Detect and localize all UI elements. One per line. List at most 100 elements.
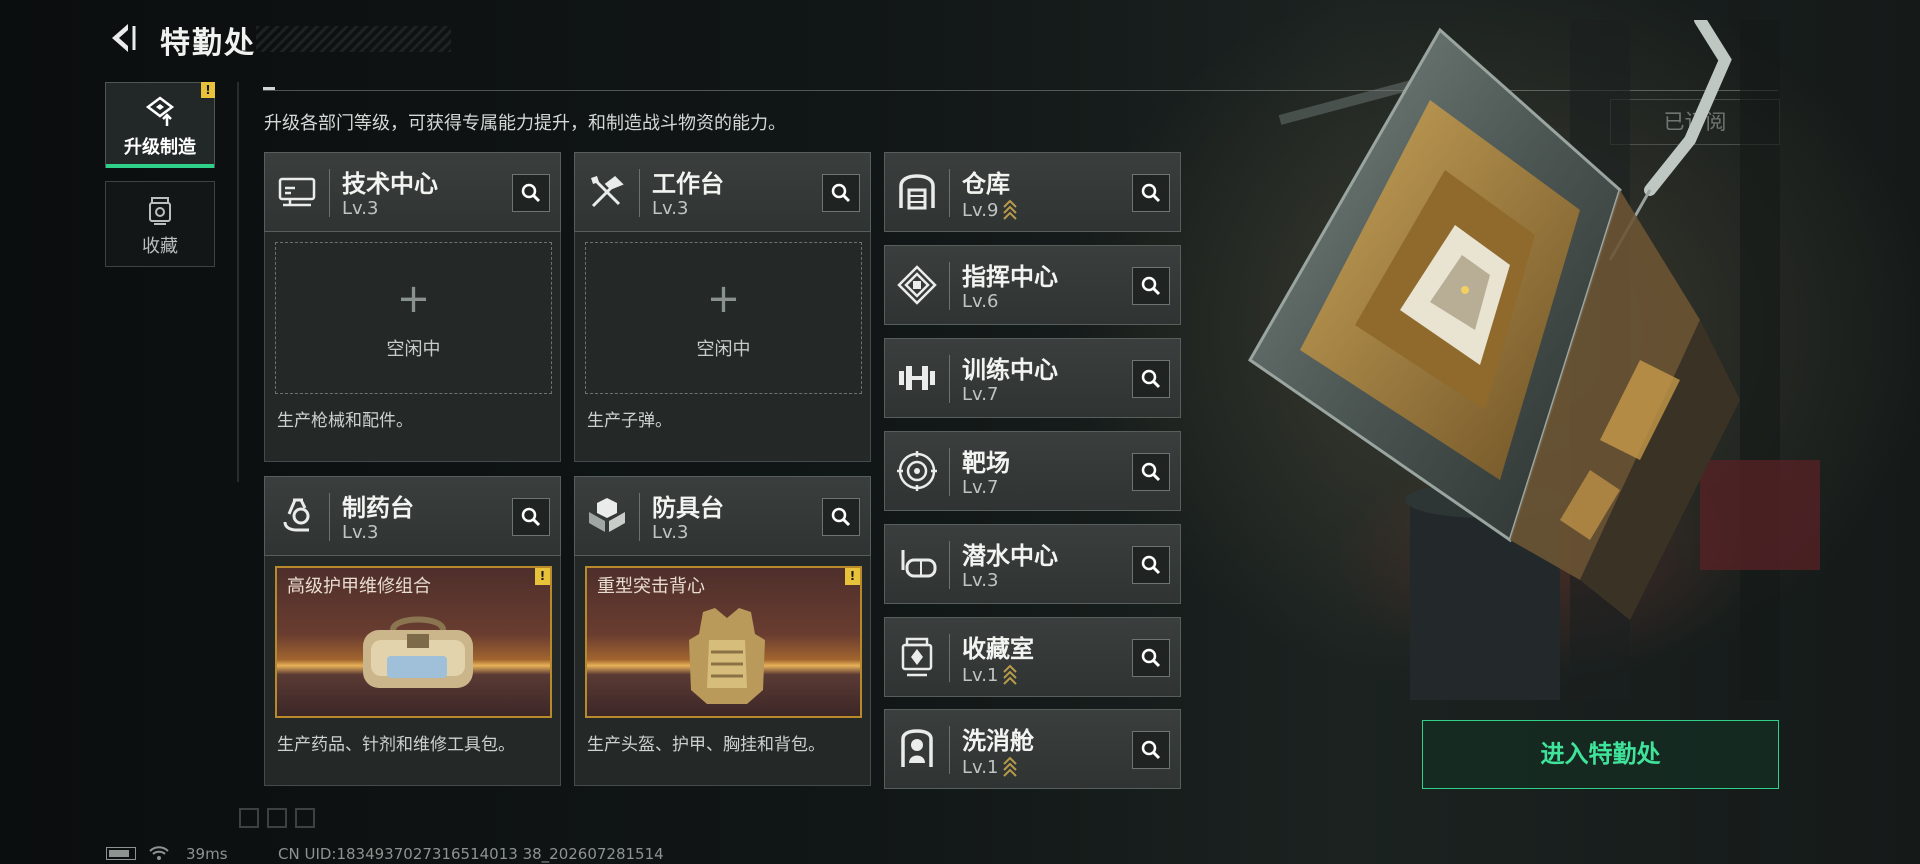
inspect-button[interactable] <box>512 174 550 212</box>
station-name: 技术中心 <box>342 170 438 198</box>
inspect-button[interactable] <box>1132 546 1170 584</box>
wifi-icon <box>149 846 169 860</box>
station-header-training-center[interactable]: 训练中心 Lv.7 <box>884 338 1181 418</box>
special-ops-cube-artwork <box>1248 20 1820 700</box>
station-name: 制药台 <box>342 494 414 522</box>
idle-production-slot[interactable]: + 空闲中 <box>275 242 552 394</box>
enter-special-ops-button[interactable]: 进入特勤处 <box>1422 720 1779 789</box>
inspect-button[interactable] <box>822 174 860 212</box>
shooting-range-icon <box>897 451 937 491</box>
inspect-button[interactable] <box>822 498 860 536</box>
separator <box>329 169 330 217</box>
inspect-button[interactable] <box>512 498 550 536</box>
station-level: Lv.3 <box>652 198 689 219</box>
station-description: 生产枪械和配件。 <box>277 411 413 431</box>
station-level: Lv.3 <box>342 522 379 543</box>
divider <box>237 82 239 482</box>
upgrade-available-icon <box>1003 664 1018 685</box>
station-description: 生产头盔、护甲、胸挂和背包。 <box>587 735 825 755</box>
inspect-button[interactable] <box>1132 360 1170 398</box>
tab-collection-label: 收藏 <box>142 236 178 257</box>
inspect-button[interactable] <box>1132 453 1170 491</box>
separator <box>949 726 950 774</box>
search-icon <box>1141 183 1161 203</box>
station-header-warehouse[interactable]: 仓库 Lv.9 <box>884 152 1181 232</box>
station-header-armor-bench[interactable]: 防具台 Lv.3 <box>574 476 871 556</box>
separator <box>949 448 950 496</box>
inspect-button[interactable] <box>1132 731 1170 769</box>
station-level-row: Lv.1 <box>962 663 1018 686</box>
decon-chamber-icon <box>901 729 933 767</box>
command-center-icon <box>897 265 937 305</box>
plus-icon: + <box>396 276 431 322</box>
ping-value: 39ms <box>186 845 228 863</box>
search-icon <box>1141 648 1161 668</box>
alert-badge: ! <box>201 82 215 98</box>
tab-collection[interactable]: 收藏 <box>105 181 215 267</box>
back-button[interactable] <box>104 20 140 56</box>
station-card-pharmacy: 高级护甲维修组合 ! 生产药品、针剂和维修工具包。 <box>264 556 561 786</box>
station-level: Lv.9 <box>962 200 999 221</box>
station-level-row: Lv.9 <box>962 198 1018 221</box>
station-header-tech-center[interactable]: 技术中心 Lv.3 <box>264 152 561 232</box>
station-level: Lv.7 <box>962 384 999 405</box>
tab-upgrade-craft[interactable]: 升级制造 ! <box>105 82 215 168</box>
production-item-slot[interactable]: 高级护甲维修组合 ! <box>275 566 552 718</box>
search-icon <box>831 507 851 527</box>
search-icon <box>831 183 851 203</box>
collection-room-icon <box>901 637 933 677</box>
upgrade-available-icon <box>1003 199 1018 220</box>
station-header-workbench[interactable]: 工作台 Lv.3 <box>574 152 871 232</box>
page-title: 特勤处 <box>160 26 256 61</box>
decorative-squares-icon <box>239 808 315 828</box>
idle-production-slot[interactable]: + 空闲中 <box>585 242 862 394</box>
station-name: 洗消舱 <box>962 727 1034 755</box>
search-icon <box>521 507 541 527</box>
upgrade-available-icon <box>1003 756 1018 777</box>
station-level: Lv.3 <box>342 198 379 219</box>
search-icon <box>1141 276 1161 296</box>
station-header-command-center[interactable]: 指挥中心 Lv.6 <box>884 245 1181 325</box>
armor-repair-kit-image <box>363 616 473 688</box>
item-name: 高级护甲维修组合 <box>287 576 431 597</box>
back-arrow-icon <box>112 24 136 52</box>
station-level: Lv.3 <box>652 522 689 543</box>
training-center-icon <box>899 366 935 390</box>
battery-icon <box>106 847 136 860</box>
station-header-collection-room[interactable]: 收藏室 Lv.1 <box>884 617 1181 697</box>
idle-status: 空闲中 <box>696 339 751 360</box>
user-uid: CN UID:1834937027316514013 38_2026072815… <box>278 845 664 863</box>
search-icon <box>1141 740 1161 760</box>
station-name: 潜水中心 <box>962 542 1058 570</box>
station-name: 仓库 <box>962 170 1010 198</box>
separator <box>639 493 640 541</box>
heavy-assault-vest-image <box>689 608 765 704</box>
station-name: 指挥中心 <box>962 263 1058 291</box>
upgrade-craft-icon <box>145 96 175 126</box>
station-header-decon-chamber[interactable]: 洗消舱 Lv.1 <box>884 709 1181 789</box>
separator <box>949 169 950 217</box>
station-header-diving-center[interactable]: 潜水中心 Lv.3 <box>884 524 1181 604</box>
inspect-button[interactable] <box>1132 174 1170 212</box>
station-card-armor-bench: 重型突击背心 ! 生产头盔、护甲、胸挂和背包。 <box>574 556 871 786</box>
separator <box>639 169 640 217</box>
title-decoration <box>256 26 451 52</box>
page-description: 升级各部门等级，可获得专属能力提升，和制造战斗物资的能力。 <box>264 113 786 134</box>
station-header-shooting-range[interactable]: 靶场 Lv.7 <box>884 431 1181 511</box>
station-level: Lv.7 <box>962 477 999 498</box>
inspect-button[interactable] <box>1132 639 1170 677</box>
plus-icon: + <box>706 276 741 322</box>
warehouse-icon <box>899 174 935 210</box>
station-level: Lv.3 <box>962 570 999 591</box>
separator <box>949 541 950 589</box>
station-card-tech-center: + 空闲中 生产枪械和配件。 <box>264 232 561 462</box>
station-name: 训练中心 <box>962 356 1058 384</box>
station-level-row: Lv.1 <box>962 755 1018 778</box>
item-name: 重型突击背心 <box>597 576 705 597</box>
station-header-pharmacy[interactable]: 制药台 Lv.3 <box>264 476 561 556</box>
idle-status: 空闲中 <box>386 339 441 360</box>
inspect-button[interactable] <box>1132 267 1170 305</box>
workbench-icon <box>591 176 624 208</box>
production-item-slot[interactable]: 重型突击背心 ! <box>585 566 862 718</box>
alert-badge: ! <box>845 568 860 585</box>
